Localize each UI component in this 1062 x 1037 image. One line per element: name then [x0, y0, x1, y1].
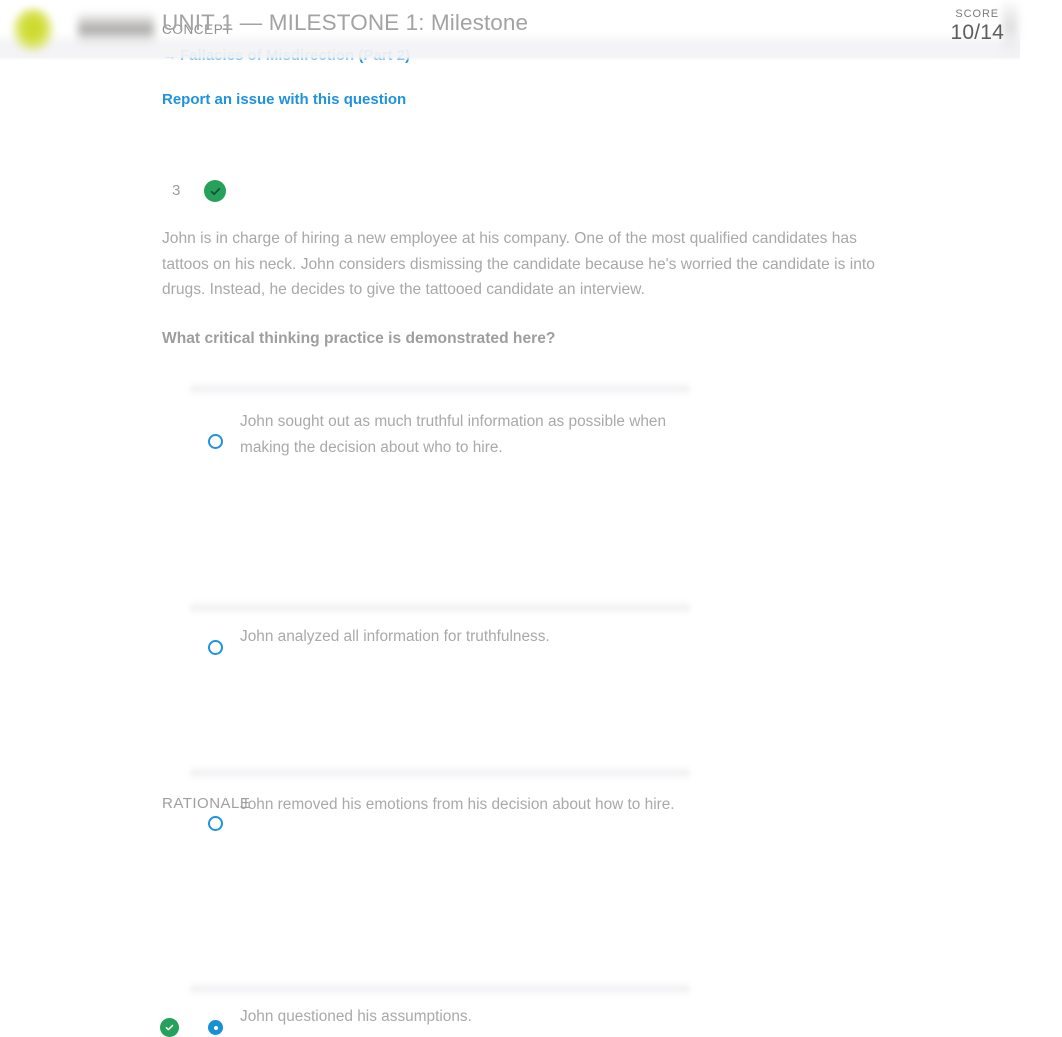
check-circle-icon	[160, 1018, 179, 1037]
arrow-right-icon: →	[162, 47, 177, 64]
concept-link-label: Fallacies of Misdirection (Part 2)	[180, 47, 411, 64]
option-divider-bar	[190, 766, 690, 780]
radio-checked-icon[interactable]	[208, 1020, 223, 1035]
check-circle-icon	[204, 180, 226, 202]
radio-unchecked-icon[interactable]	[208, 434, 223, 449]
answer-option[interactable]: John analyzed all information for truthf…	[162, 482, 902, 655]
option-divider-bar	[190, 382, 690, 396]
option-divider-bar	[190, 982, 690, 996]
question-body-text: John is in charge of hiring a new employ…	[162, 230, 875, 298]
concept-link[interactable]: → Fallacies of Misdirection (Part 2)	[162, 47, 410, 64]
answer-option[interactable]: John sought out as much truthful informa…	[162, 372, 902, 482]
answer-option[interactable]: John questioned his assumptions.	[160, 672, 902, 1037]
score-value: 10/14	[950, 21, 1004, 44]
radio-unchecked-icon[interactable]	[208, 816, 223, 831]
answer-option[interactable]: John removed his emotions from his decis…	[162, 564, 902, 831]
score-label: SCORE	[955, 8, 1000, 20]
brand-wordmark-icon[interactable]	[78, 13, 154, 45]
option-label: John sought out as much truthful informa…	[240, 413, 667, 456]
option-label: John removed his emotions from his decis…	[240, 796, 675, 813]
option-label: John questioned his assumptions.	[240, 1008, 472, 1025]
question-prompt-text: What critical thinking practice is demon…	[162, 330, 556, 347]
page-title: UNIT 1 — MILESTONE 1: Milestone	[162, 10, 529, 35]
report-issue-link[interactable]: Report an issue with this question	[162, 91, 406, 108]
question-header: 3	[162, 180, 902, 208]
answer-options-list: John sought out as much truthful informa…	[160, 372, 902, 1037]
header-menu-icon[interactable]	[1002, 0, 1018, 58]
rationale-heading: RATIONALE	[162, 795, 251, 812]
brand-logo-icon[interactable]	[12, 8, 54, 52]
score-badge: SCORE 10/14	[950, 8, 1004, 45]
question-number: 3	[172, 182, 181, 199]
